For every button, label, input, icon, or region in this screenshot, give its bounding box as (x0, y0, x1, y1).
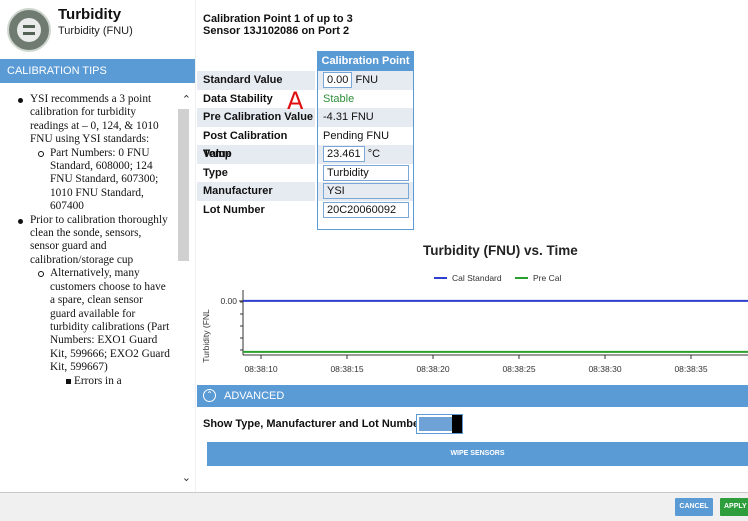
standard-value-row: 0.00 FNU (318, 71, 413, 90)
toggle-knob (452, 415, 462, 433)
data-stability-row: Stable (318, 90, 413, 109)
tips-scrollbar-thumb[interactable] (178, 109, 189, 261)
annotation-marker: A (287, 87, 304, 115)
legend-label: Cal Standard (452, 273, 502, 283)
y-tick-label: 0.00 (220, 296, 237, 306)
calibration-tips-list[interactable]: YSI recommends a 3 point calibration for… (0, 83, 195, 492)
standard-value-unit: FNU (355, 74, 379, 86)
sensor-title: Turbidity (58, 6, 122, 23)
manufacturer-row: YSI (318, 182, 413, 201)
apply-button[interactable]: APPLY (720, 498, 748, 516)
x-tick-label: 08:38:35 (674, 364, 707, 374)
label-lot-number: Lot Number (203, 203, 265, 216)
temp-value: 23.461 (323, 146, 365, 162)
advanced-section-header[interactable]: ADVANCED (197, 385, 748, 407)
chevron-up-circle-icon[interactable]: ⌃ (203, 389, 216, 402)
tip-subsubitem: Errors in a (18, 375, 170, 388)
tip-subitem: Part Numbers: 0 FNU Standard, 608000; 12… (18, 147, 170, 214)
x-tick-label: 08:38:30 (588, 364, 621, 374)
sensor-header: Turbidity Turbidity (FNU) (0, 0, 195, 59)
footer-bar (0, 492, 748, 521)
label-temp: Temp (197, 145, 315, 164)
x-tick-label: 08:38:25 (502, 364, 535, 374)
show-details-toggle[interactable] (416, 414, 463, 434)
label-type: Type (203, 166, 228, 179)
turbidity-chart: Cal Standard Pre Cal Turbidity (FNL 0.00 … (201, 273, 748, 374)
calibration-tips-header: CALIBRATION TIPS (0, 59, 195, 83)
post-calibration-row: Pending FNU (318, 127, 413, 146)
label-manufacturer: Manufacturer (197, 182, 315, 201)
data-stability-value: Stable (323, 92, 355, 105)
scroll-down-chevron-icon[interactable]: ⌄ (182, 471, 191, 484)
x-tick-label: 08:38:15 (330, 364, 363, 374)
post-calibration-value: Pending FNU (323, 129, 390, 142)
calibration-point-panel: Calibration Point 1 0.00 FNU Stable -4.3… (317, 51, 414, 230)
standard-value-input[interactable]: 0.00 (323, 72, 353, 88)
pre-calibration-value: -4.31 FNU (323, 111, 374, 123)
pre-calibration-row: -4.31 FNU (318, 108, 413, 127)
show-type-manufacturer-label: Show Type, Manufacturer and Lot Number (203, 418, 424, 430)
cancel-button[interactable]: CANCEL (675, 498, 713, 516)
label-post-calibration-value: Post Calibration Value (203, 129, 288, 160)
temp-unit: °C (367, 148, 381, 160)
sensor-port-info: Sensor 13J102086 on Port 2 (203, 25, 350, 37)
tip-item: YSI recommends a 3 point calibration for… (18, 93, 170, 147)
wipe-sensors-button[interactable]: WIPE SENSORS (207, 442, 748, 466)
toggle-fill (419, 417, 452, 431)
calibration-window: Turbidity Turbidity (FNU) CALIBRATION TI… (0, 0, 748, 521)
tip-item: Prior to calibration thoroughly clean th… (18, 214, 170, 268)
chart-y-axis-label: Turbidity (FNL (201, 309, 211, 363)
type-row: Turbidity Standard (318, 164, 413, 193)
x-tick-label: 08:38:20 (416, 364, 449, 374)
legend-label: Pre Cal (533, 273, 561, 283)
lot-number-row: 20C20060092 (318, 201, 413, 220)
scroll-up-chevron-icon[interactable]: ⌃ (182, 93, 191, 106)
turbidity-sensor-icon (7, 8, 51, 52)
sensor-subtitle: Turbidity (FNU) (58, 25, 133, 37)
left-panel: Turbidity Turbidity (FNU) CALIBRATION TI… (0, 0, 195, 492)
chart-title: Turbidity (FNU) vs. Time (423, 243, 578, 258)
temp-row: 23.461 °C (318, 145, 413, 164)
manufacturer-input[interactable]: YSI (323, 183, 409, 199)
calibration-point-info: Calibration Point 1 of up to 3 (203, 13, 353, 25)
lot-number-input[interactable]: 20C20060092 (323, 201, 409, 218)
x-tick-label: 08:38:10 (244, 364, 277, 374)
tip-subitem: Alternatively, many customers choose to … (18, 267, 170, 374)
type-input[interactable]: Turbidity Standard (323, 164, 409, 193)
calibration-point-header: Calibration Point 1 (318, 52, 413, 86)
